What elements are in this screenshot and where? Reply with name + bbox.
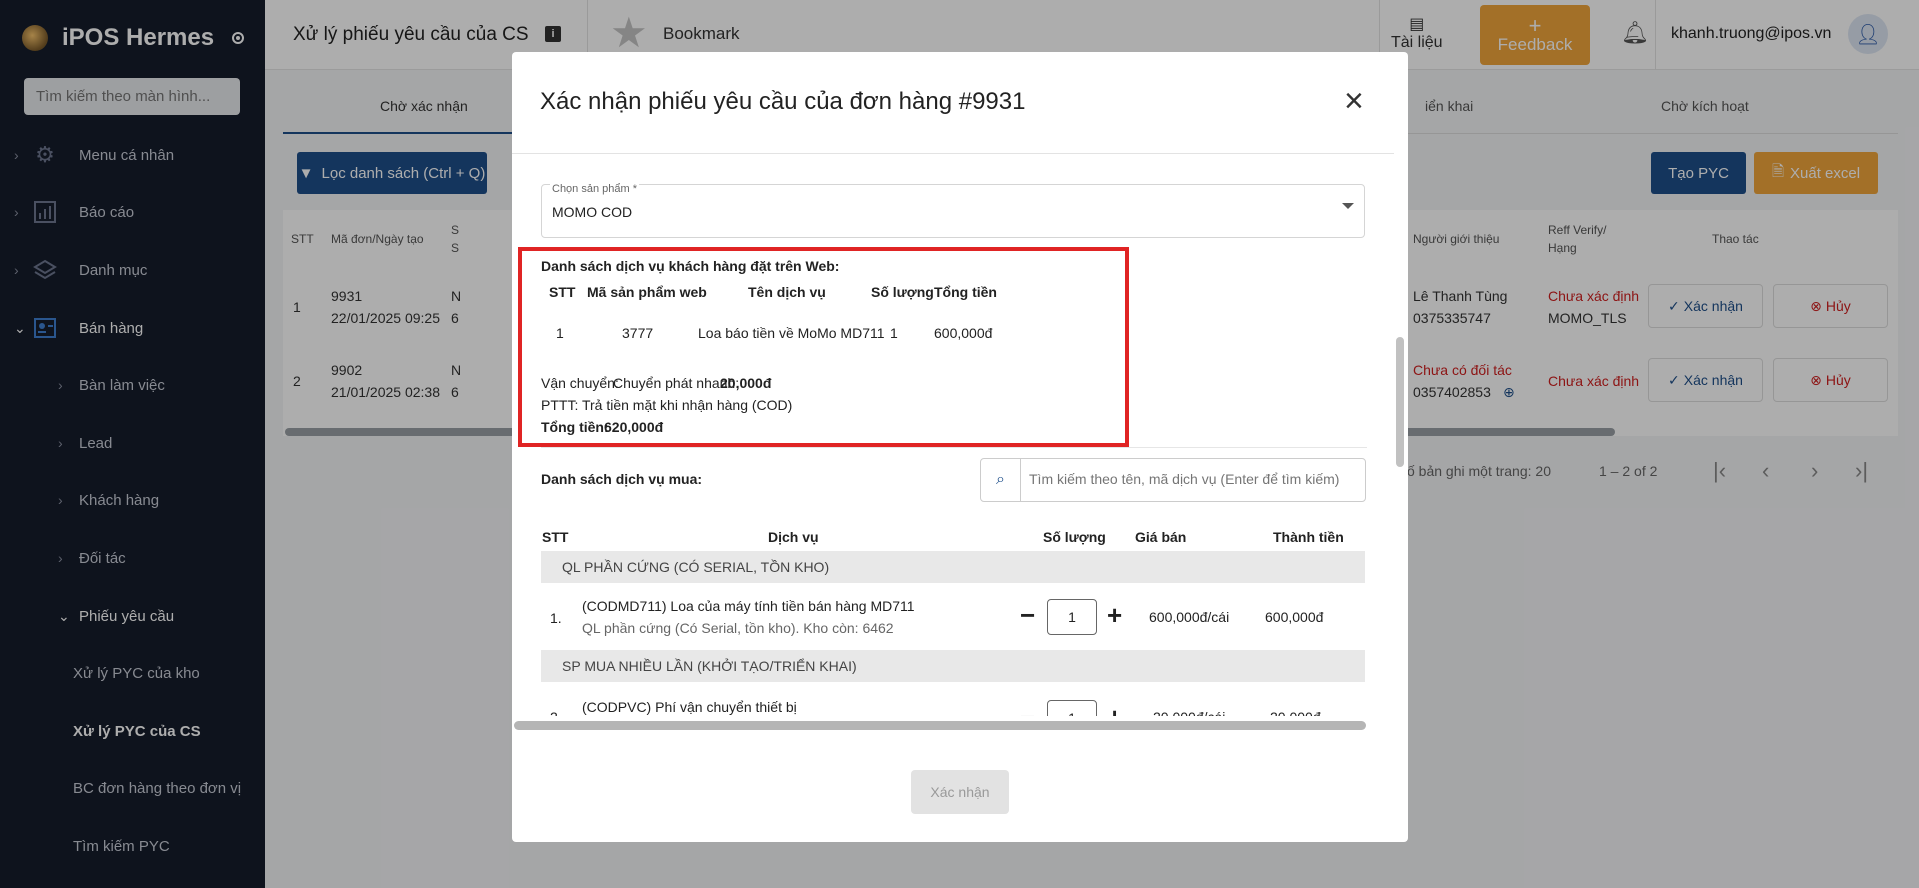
dialog-title: Xác nhận phiếu yêu cầu của đơn hàng #993…: [540, 88, 1026, 115]
shipping-fee: 20,000đ: [720, 375, 772, 391]
shipping-label: Vận chuyển:: [541, 375, 619, 391]
web-row-total: 600,000đ: [934, 325, 993, 341]
divider: [512, 153, 1394, 154]
service-search: ⌕: [980, 458, 1366, 502]
web-col-code: Mã sản phẩm web: [587, 284, 707, 300]
buy-col-service: Dịch vụ: [768, 529, 819, 545]
payment-method: PTTT: Trả tiền mặt khi nhận hàng (COD): [541, 397, 793, 413]
item-name: (CODMD711) Loa của máy tính tiền bán hàn…: [582, 598, 915, 614]
dialog-horizontal-scrollbar[interactable]: [514, 721, 1366, 730]
web-row-stt: 1: [556, 325, 564, 341]
item-total: 600,000đ: [1265, 609, 1324, 625]
total-label: Tổng tiền:: [541, 419, 609, 435]
buy-col-qty: Số lượng: [1043, 529, 1106, 545]
item-name: (CODPVC) Phí vận chuyển thiết bị: [582, 699, 797, 715]
quantity-input[interactable]: 1: [1047, 599, 1097, 635]
item-desc: QL phần cứng (Có Serial, tồn kho). Kho c…: [582, 620, 894, 636]
service-search-input[interactable]: [1029, 471, 1359, 487]
group-header: SP MUA NHIỀU LẦN (KHỞI TẠO/TRIỂN KHAI): [541, 650, 1365, 682]
item-stt: 1.: [550, 610, 562, 626]
minus-icon[interactable]: −: [1020, 602, 1035, 628]
plus-icon[interactable]: +: [1107, 602, 1122, 628]
web-row-name: Loa báo tiền về MoMo MD711: [698, 325, 885, 341]
web-col-stt: STT: [549, 284, 576, 300]
dialog-scrollbar[interactable]: [1396, 337, 1404, 467]
search-icon[interactable]: ⌕: [981, 459, 1021, 501]
web-row-code: 3777: [622, 325, 654, 341]
web-order-box: Danh sách dịch vụ khách hàng đặt trên We…: [518, 247, 1129, 447]
buy-list-title: Danh sách dịch vụ mua:: [541, 471, 703, 487]
confirm-button[interactable]: Xác nhận: [911, 770, 1009, 814]
web-col-qty: Số lượng: [871, 284, 934, 300]
product-select-label: Chọn sản phẩm *: [550, 183, 639, 195]
web-col-name: Tên dịch vụ: [748, 284, 826, 300]
web-list-title: Danh sách dịch vụ khách hàng đặt trên We…: [541, 258, 840, 274]
confirm-request-dialog: Xác nhận phiếu yêu cầu của đơn hàng #993…: [512, 52, 1408, 842]
total-value: 620,000đ: [604, 419, 664, 435]
close-icon[interactable]: ×: [1344, 84, 1364, 118]
divider: [541, 447, 1367, 448]
buy-col-stt: STT: [542, 529, 569, 545]
group-header: QL PHẦN CỨNG (CÓ SERIAL, TỒN KHO): [541, 551, 1365, 583]
web-row-qty: 1: [890, 325, 898, 341]
product-select[interactable]: Chọn sản phẩm * MOMO COD: [541, 183, 1365, 238]
buy-col-total: Thành tiền: [1273, 529, 1344, 545]
caret-down-icon: [1342, 203, 1354, 209]
web-col-total: Tổng tiền: [934, 284, 997, 300]
product-select-value: MOMO COD: [552, 204, 633, 220]
buy-col-price: Giá bán: [1135, 529, 1187, 545]
item-price: 600,000đ/cái: [1149, 609, 1230, 625]
